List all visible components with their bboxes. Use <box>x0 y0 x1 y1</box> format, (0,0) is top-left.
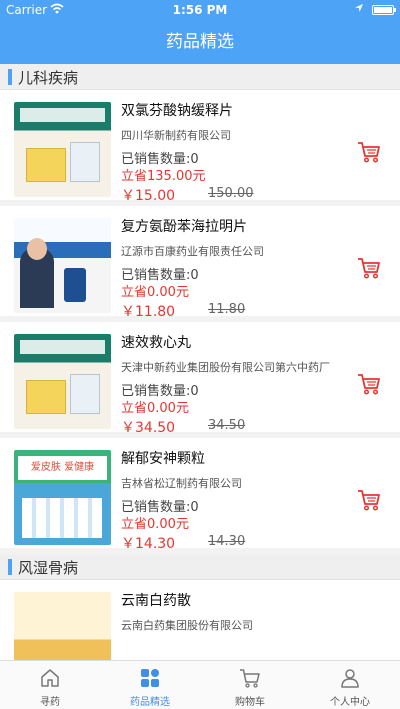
status-bar: Carrier 1:56 PM <box>0 0 400 20</box>
tab-label: 药品精选 <box>130 697 170 708</box>
product-image <box>14 334 111 429</box>
add-to-cart-icon[interactable] <box>357 256 381 280</box>
section-accent-bar <box>8 69 12 85</box>
grid-icon <box>141 669 159 687</box>
product-image-banner: 爱皮肤 爱健康 <box>18 456 107 480</box>
battery-icon <box>372 5 396 15</box>
product-maker: 云南白药集团股份有限公司 <box>121 619 253 632</box>
product-image <box>14 102 111 197</box>
product-name: 速效救心丸 <box>121 335 191 351</box>
savings-label: 立省0.00元 <box>121 517 189 532</box>
product-image: 爱皮肤 爱健康 <box>14 450 111 545</box>
product-item[interactable]: 复方氨酚苯海拉明片 辽源市百康药业有限责任公司 已销售数量:0 立省0.00元 … <box>0 206 400 322</box>
location-arrow-icon <box>355 4 363 12</box>
savings-label: 立省0.00元 <box>121 401 189 416</box>
section-title: 风湿骨病 <box>18 559 79 577</box>
add-to-cart-icon[interactable] <box>357 372 381 396</box>
user-icon <box>341 669 359 688</box>
tab-profile[interactable]: 个人中心 <box>300 661 400 709</box>
status-time: 1:56 PM <box>172 3 228 17</box>
original-price: 150.00 <box>208 186 254 201</box>
product-item[interactable]: 速效救心丸 天津中新药业集团股份有限公司第六中药厂 已销售数量:0 立省0.00… <box>0 322 400 438</box>
nav-bar: 药品精选 <box>0 20 400 64</box>
product-item[interactable]: 爱皮肤 爱健康 解郁安神颗粒 吉林省松辽制药有限公司 已销售数量:0 立省0.0… <box>0 438 400 554</box>
price: ￥14.30 <box>121 536 176 552</box>
product-name: 解郁安神颗粒 <box>121 451 205 467</box>
product-name: 双氯芬酸钠缓释片 <box>121 103 233 119</box>
section-accent-bar <box>8 559 12 575</box>
price: ￥15.00 <box>121 188 176 204</box>
original-price: 34.50 <box>208 418 246 433</box>
product-name: 复方氨酚苯海拉明片 <box>121 219 247 235</box>
product-maker: 四川华新制药有限公司 <box>121 129 231 142</box>
product-maker: 辽源市百康药业有限责任公司 <box>121 245 264 258</box>
section-header-pediatric: 儿科疾病 <box>0 64 400 90</box>
product-maker: 天津中新药业集团股份有限公司第六中药厂 <box>121 361 330 374</box>
add-to-cart-icon[interactable] <box>357 488 381 512</box>
section-header-rheumatism: 风湿骨病 <box>0 554 400 580</box>
tab-featured-medicine[interactable]: 药品精选 <box>100 661 200 709</box>
product-image <box>14 592 111 660</box>
original-price: 14.30 <box>208 534 246 549</box>
tab-shopping-cart[interactable]: 购物车 <box>200 661 300 709</box>
product-maker: 吉林省松辽制药有限公司 <box>121 477 242 490</box>
page-title: 药品精选 <box>166 32 234 52</box>
product-list[interactable]: 儿科疾病 双氯芬酸钠缓释片 四川华新制药有限公司 已销售数量:0 立省135.0… <box>0 64 400 660</box>
tab-search-medicine[interactable]: 寻药 <box>0 661 100 709</box>
add-to-cart-icon[interactable] <box>357 140 381 164</box>
savings-label: 立省0.00元 <box>121 285 189 300</box>
tab-label: 寻药 <box>40 697 60 708</box>
tab-label: 购物车 <box>235 697 265 708</box>
product-image <box>14 218 111 313</box>
home-icon <box>41 669 59 687</box>
price: ￥34.50 <box>121 420 176 436</box>
tab-label: 个人中心 <box>330 697 370 708</box>
product-name: 云南白药散 <box>121 593 191 609</box>
product-item[interactable]: 双氯芬酸钠缓释片 四川华新制药有限公司 已销售数量:0 立省135.00元 ￥1… <box>0 90 400 206</box>
savings-label: 立省135.00元 <box>121 169 206 184</box>
cart-icon <box>240 669 260 688</box>
product-item[interactable]: 云南白药散 云南白药集团股份有限公司 <box>0 580 400 660</box>
original-price: 11.80 <box>208 302 246 317</box>
section-title: 儿科疾病 <box>18 69 79 87</box>
tab-bar: 寻药 药品精选 购物车 个人中心 <box>0 660 400 709</box>
price: ￥11.80 <box>121 304 176 320</box>
